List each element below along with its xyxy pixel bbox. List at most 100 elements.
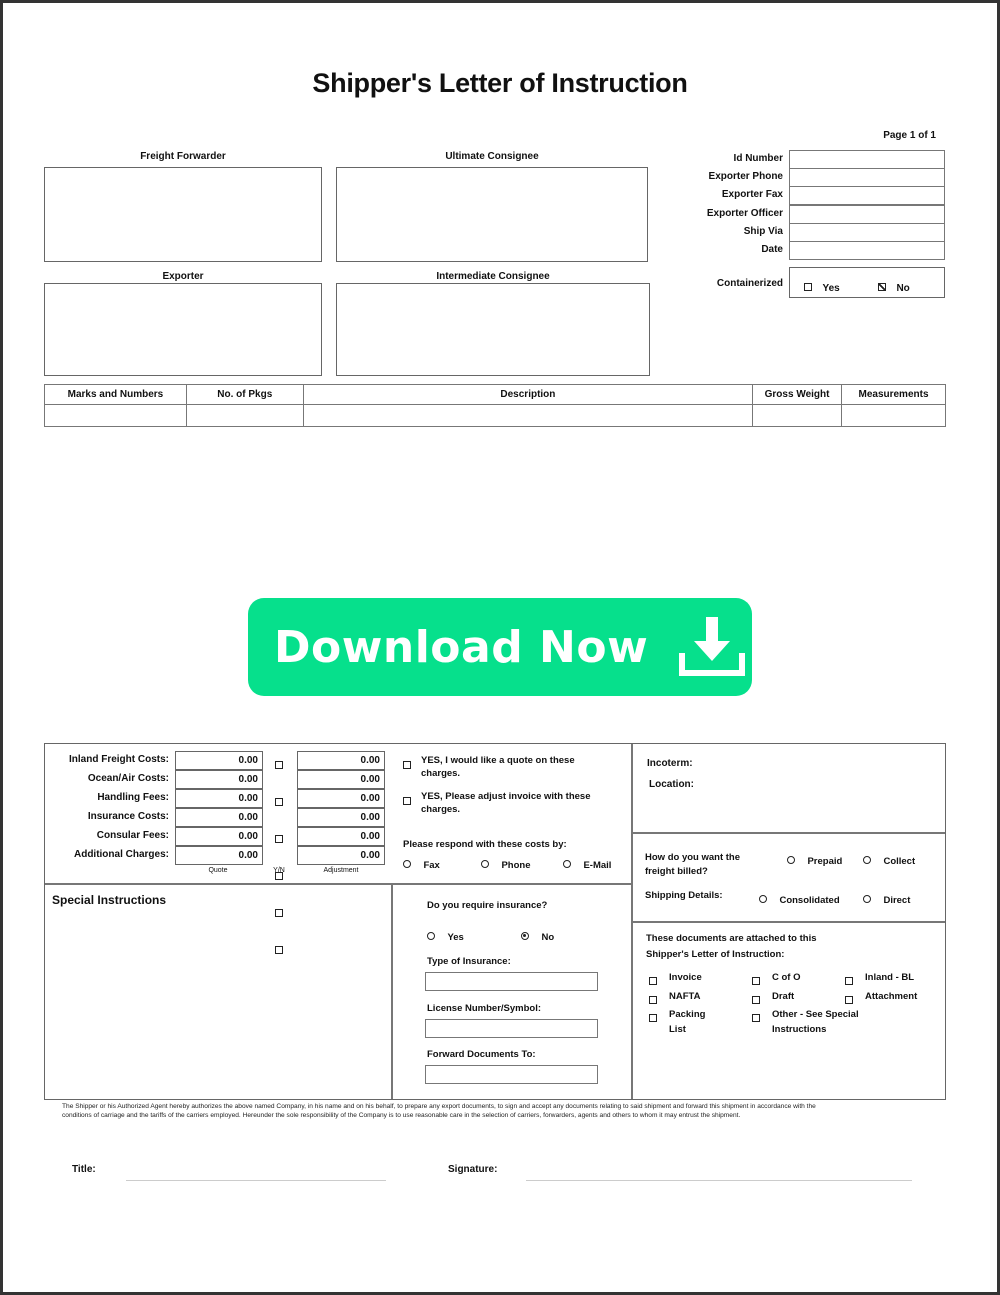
radio-icon[interactable]: [403, 859, 411, 868]
radio-icon[interactable]: [481, 859, 489, 868]
radio-icon[interactable]: [427, 931, 435, 940]
checkbox-icon[interactable]: [845, 976, 853, 985]
checkbox-icon[interactable]: [275, 797, 283, 806]
adjustment-input[interactable]: 0.00: [297, 789, 385, 808]
checkbox-icon[interactable]: [752, 995, 760, 1004]
field-input[interactable]: [789, 241, 945, 260]
special-instructions-heading: Special Instructions: [52, 893, 167, 907]
containerized-yes[interactable]: Yes: [804, 278, 840, 296]
intermediate-consignee-label: Intermediate Consignee: [436, 271, 550, 282]
cell-pkgs[interactable]: [185, 404, 304, 427]
shipping-direct[interactable]: Direct: [863, 890, 910, 908]
cell-gross-weight[interactable]: [752, 404, 843, 427]
charges-section: Inland Freight Costs: 0.00 0.00 Ocean/Air C…: [44, 743, 946, 1100]
attachment-item[interactable]: Draft: [752, 989, 794, 1007]
field-label: Date: [761, 244, 783, 255]
quote-input[interactable]: 0.00: [175, 751, 263, 770]
attachments-heading: These documents are attached to this Shi…: [646, 933, 817, 960]
adjustment-input[interactable]: 0.00: [297, 846, 385, 865]
shipping-consolidated[interactable]: Consolidated: [759, 890, 840, 908]
checkbox-icon[interactable]: [804, 282, 812, 291]
field-input[interactable]: [789, 223, 945, 242]
field-input[interactable]: [789, 205, 945, 224]
goods-table: Marks and Numbers No. of Pkgs Descriptio…: [44, 384, 946, 427]
column-measurements: Measurements: [841, 384, 946, 405]
containerized-no[interactable]: No: [878, 278, 910, 296]
freight-forwarder-box[interactable]: [44, 167, 322, 262]
field-label: Exporter Phone: [708, 171, 783, 182]
field-input[interactable]: [789, 168, 945, 187]
radio-icon[interactable]: [863, 855, 871, 864]
radio-icon[interactable]: [759, 894, 767, 903]
attachment-item[interactable]: Inland - BL: [845, 970, 914, 988]
forward-documents-label: Forward Documents To:: [427, 1049, 536, 1060]
radio-icon[interactable]: [563, 859, 571, 868]
checkbox-icon[interactable]: [275, 834, 283, 843]
title-line[interactable]: [126, 1180, 386, 1181]
adjustment-input[interactable]: 0.00: [297, 770, 385, 789]
attachment-item[interactable]: Attachment: [845, 989, 917, 1007]
license-number-input[interactable]: [425, 1019, 598, 1038]
cell-description[interactable]: [302, 404, 754, 427]
respond-label: Please respond with these costs by:: [403, 839, 567, 850]
field-label: Ship Via: [743, 226, 783, 237]
checkbox-icon[interactable]: [752, 976, 760, 985]
freight-forwarder-label: Freight Forwarder: [140, 151, 226, 162]
intermediate-consignee-box[interactable]: [336, 283, 650, 376]
adjustment-input[interactable]: 0.00: [297, 808, 385, 827]
cell-measurements[interactable]: [841, 404, 946, 427]
download-now-button[interactable]: Download Now: [248, 598, 752, 696]
forward-documents-input[interactable]: [425, 1065, 598, 1084]
checkbox-icon[interactable]: [403, 760, 411, 769]
quote-input[interactable]: 0.00: [175, 789, 263, 808]
attachment-item[interactable]: Invoice: [649, 970, 702, 988]
checkbox-checked-icon[interactable]: [878, 282, 886, 291]
field-label: Exporter Officer: [706, 208, 783, 219]
quote-input[interactable]: 0.00: [175, 770, 263, 789]
attachment-item[interactable]: NAFTA: [649, 989, 700, 1007]
respond-fax[interactable]: Fax: [403, 855, 440, 873]
adjustment-input[interactable]: 0.00: [297, 827, 385, 846]
ultimate-consignee-label: Ultimate Consignee: [445, 151, 539, 162]
attachment-item[interactable]: C of O: [752, 970, 801, 988]
adjust-invoice-option[interactable]: YES, Please adjust invoice with these ch…: [403, 790, 603, 815]
checkbox-icon[interactable]: [275, 760, 283, 769]
quote-input[interactable]: 0.00: [175, 827, 263, 846]
adjustment-caption: Adjustment: [323, 867, 359, 874]
adjustment-input[interactable]: 0.00: [297, 751, 385, 770]
insurance-yes[interactable]: Yes: [427, 927, 464, 945]
quote-input[interactable]: 0.00: [175, 846, 263, 865]
goods-table-header: Marks and Numbers No. of Pkgs Descriptio…: [44, 384, 946, 405]
special-instructions-field[interactable]: [49, 912, 387, 1096]
checkbox-icon[interactable]: [845, 995, 853, 1004]
respond-email[interactable]: E-Mail: [563, 855, 611, 873]
shipping-details-label: Shipping Details:: [645, 890, 723, 901]
respond-phone[interactable]: Phone: [481, 855, 530, 873]
checkbox-icon[interactable]: [403, 796, 411, 805]
location-label: Location:: [649, 779, 694, 790]
quote-request-option[interactable]: YES, I would like a quote on these charg…: [403, 754, 603, 779]
ultimate-consignee-box[interactable]: [336, 167, 648, 262]
checkbox-icon[interactable]: [752, 1013, 760, 1022]
title-label: Title:: [72, 1164, 96, 1175]
radio-icon[interactable]: [863, 894, 871, 903]
field-input[interactable]: [789, 186, 945, 205]
attachment-item[interactable]: Packing List: [649, 1007, 705, 1035]
quote-input[interactable]: 0.00: [175, 808, 263, 827]
insurance-question: Do you require insurance?: [427, 900, 548, 911]
cell-marks[interactable]: [44, 404, 187, 427]
exporter-box[interactable]: [44, 283, 322, 376]
checkbox-icon[interactable]: [649, 976, 657, 985]
attachment-item[interactable]: Other - See Special Instructions: [752, 1007, 859, 1035]
insurance-no[interactable]: No: [521, 927, 554, 945]
radio-icon[interactable]: [787, 855, 795, 864]
billing-prepaid[interactable]: Prepaid: [787, 851, 842, 869]
checkbox-icon[interactable]: [649, 995, 657, 1004]
billing-collect[interactable]: Collect: [863, 851, 915, 869]
radio-selected-icon[interactable]: [521, 931, 529, 940]
insurance-type-input[interactable]: [425, 972, 598, 991]
field-input[interactable]: [789, 150, 945, 169]
signature-line[interactable]: [526, 1180, 912, 1181]
fee-label: Consular Fees:: [96, 830, 169, 841]
checkbox-icon[interactable]: [649, 1013, 657, 1022]
